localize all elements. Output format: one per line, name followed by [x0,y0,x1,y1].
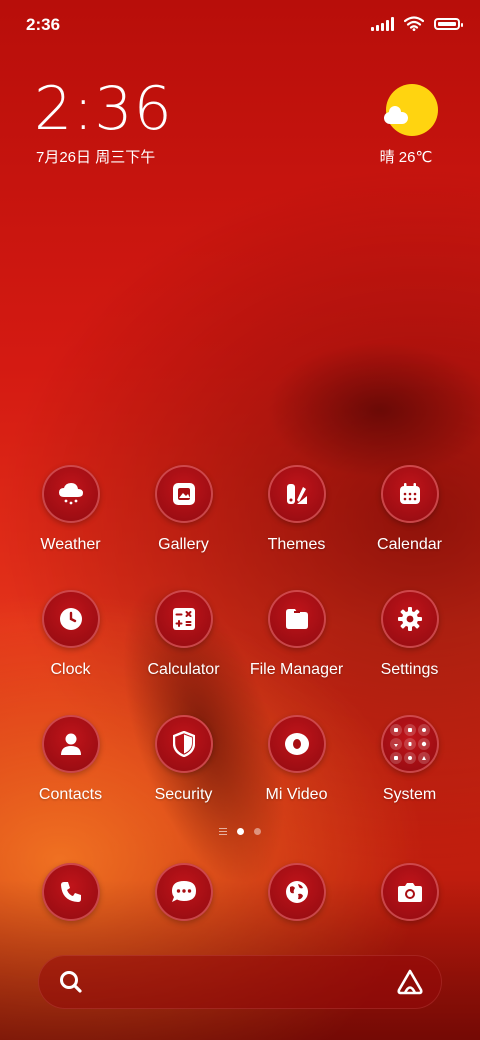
app-label: Weather [40,536,101,553]
video-icon [267,715,326,773]
page-dot-active[interactable] [237,828,244,835]
weather-widget-text: 晴 26℃ [379,149,433,166]
dock-messages[interactable] [127,863,240,921]
sun-icon [384,84,438,136]
folder-icon [267,590,326,648]
camera-icon [380,863,439,921]
calendar-icon [380,465,439,523]
page-indicator[interactable] [0,828,480,835]
calculator-icon [154,590,213,648]
cloud-icon [384,106,408,124]
app-clock[interactable]: Clock [14,590,127,679]
weather-icon [41,465,100,523]
battery-icon [434,17,463,30]
app-themes[interactable]: Themes [240,465,353,554]
app-weather[interactable]: Weather [14,465,127,554]
assistant-icon[interactable] [396,968,424,1001]
app-gallery[interactable]: Gallery [127,465,240,554]
app-contacts[interactable]: Contacts [14,715,127,804]
app-settings[interactable]: Settings [353,590,466,679]
app-label: Calendar [377,536,442,553]
dock-phone[interactable] [14,863,127,921]
app-calculator[interactable]: Calculator [127,590,240,679]
message-icon [154,863,213,921]
app-label: Gallery [158,536,209,553]
search-icon[interactable] [58,969,84,1000]
clock-widget-date[interactable]: 7月26日 周三下午 [36,146,155,167]
dock-browser[interactable] [240,863,353,921]
app-label: Calculator [147,661,220,678]
app-label: Security [154,786,213,803]
app-security[interactable]: Security [127,715,240,804]
dock-camera[interactable] [353,863,466,921]
app-label: Settings [380,661,439,678]
gear-icon [380,590,439,648]
shield-icon [154,715,213,773]
themes-icon [267,465,326,523]
page-dot[interactable] [254,828,261,835]
clock-icon [41,590,100,648]
clock-widget-time[interactable]: 2:36 [34,76,173,142]
app-label: Themes [267,536,326,553]
app-mi-video[interactable]: Mi Video [240,715,353,804]
app-file-manager[interactable]: File Manager [240,590,353,679]
app-label: System [382,786,437,803]
status-time: 2:36 [26,15,61,34]
app-system-folder[interactable]: System [353,715,466,804]
gallery-icon [154,465,213,523]
status-icons [371,16,463,31]
signal-icon [371,16,394,31]
status-bar: 2:36 [0,0,480,50]
browser-icon [267,863,326,921]
folder-grid-icon [380,715,439,773]
app-label: Clock [50,661,91,678]
app-calendar[interactable]: Calendar [353,465,466,554]
phone-icon [41,863,100,921]
app-label: File Manager [249,661,344,678]
person-icon [41,715,100,773]
search-bar[interactable] [38,955,442,1009]
wifi-icon [404,16,424,31]
app-label: Contacts [38,786,103,803]
minus-one-page-indicator[interactable] [219,828,227,835]
app-label: Mi Video [265,786,328,803]
weather-widget[interactable]: 晴 26℃ [374,84,444,167]
